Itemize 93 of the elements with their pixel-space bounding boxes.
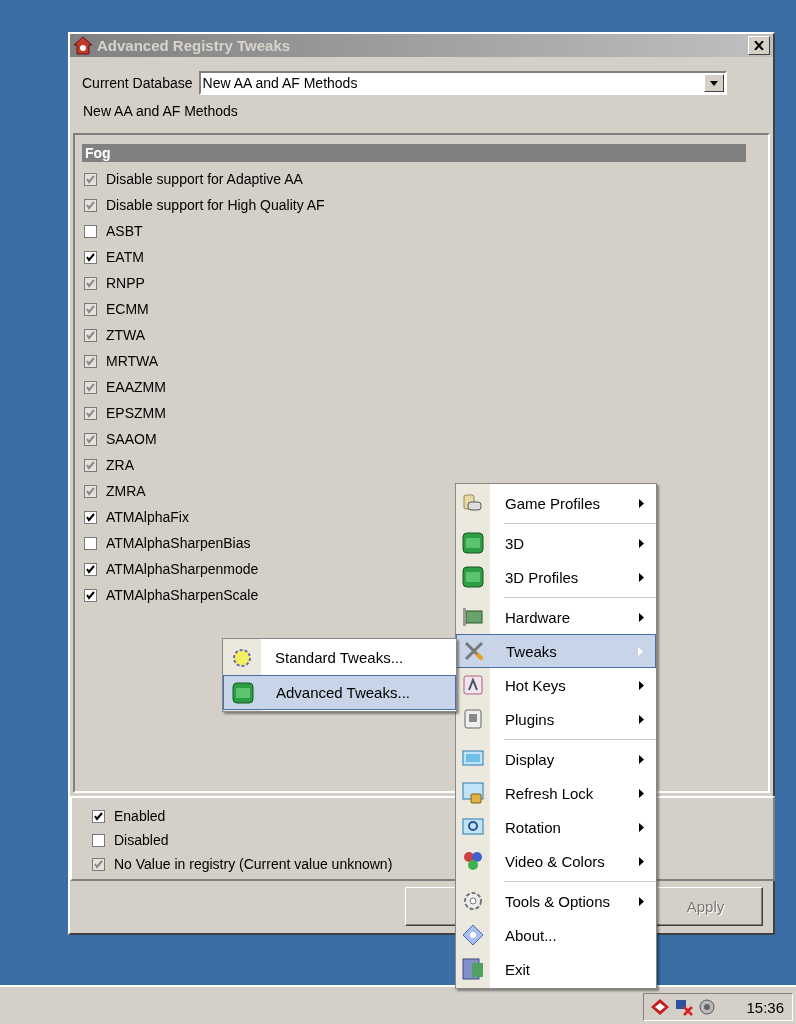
checkbox[interactable] — [84, 250, 97, 264]
checkbox[interactable] — [84, 328, 97, 342]
lock-icon — [462, 782, 484, 804]
checkbox[interactable] — [84, 354, 97, 368]
checkbox[interactable] — [84, 432, 97, 446]
close-button[interactable] — [748, 36, 770, 55]
submenu-arrow-icon — [639, 572, 644, 582]
window-title: Advanced Registry Tweaks — [97, 37, 292, 54]
color-circles-icon — [462, 850, 484, 872]
option-label: ATMAlphaFix — [106, 509, 189, 525]
cube-icon — [232, 681, 254, 704]
submenu-arrow-icon — [638, 646, 643, 656]
menu-item[interactable]: Tweaks — [456, 634, 656, 668]
checkbox[interactable] — [92, 809, 105, 823]
option-label: EATM — [106, 249, 144, 265]
checkbox[interactable] — [84, 536, 97, 550]
field-label: Current Database — [82, 75, 193, 91]
menu-item[interactable]: Standard Tweaks... — [223, 640, 456, 675]
checkbox[interactable] — [84, 406, 97, 420]
menu-item[interactable]: Game Profiles — [456, 486, 656, 520]
option-label: MRTWA — [106, 353, 159, 369]
menu-item[interactable]: Hot Keys — [456, 668, 656, 702]
close-icon — [754, 41, 764, 50]
checkbox[interactable] — [84, 224, 97, 238]
house-icon — [73, 36, 93, 55]
cube-icon — [462, 566, 484, 588]
speaker-icon[interactable] — [698, 998, 716, 1016]
clock: 15:36 — [746, 998, 784, 1016]
door-icon — [462, 958, 484, 980]
info-icon — [462, 924, 484, 946]
submenu-arrow-icon — [639, 714, 644, 724]
network-error-icon[interactable] — [674, 998, 694, 1016]
option-label: ZMRA — [106, 483, 146, 499]
menu-item[interactable]: Advanced Tweaks... — [223, 675, 456, 710]
submenu-arrow-icon — [639, 788, 644, 798]
option-label: ASBT — [106, 223, 143, 239]
checkbox[interactable] — [84, 458, 97, 472]
submenu-arrow-icon — [639, 538, 644, 548]
checkbox[interactable] — [84, 510, 97, 524]
database-dropdown[interactable]: New AA and AF Methods — [198, 71, 727, 95]
option-label: ATMAlphaSharpenScale — [106, 587, 259, 603]
dropdown-button[interactable] — [703, 74, 724, 92]
option-label: EAAZMM — [106, 379, 166, 395]
database-description: New AA and AF Methods — [83, 103, 238, 119]
checkbox[interactable] — [84, 276, 97, 290]
option-label: ECMM — [106, 301, 149, 317]
submenu-arrow-icon — [639, 822, 644, 832]
checkbox[interactable] — [84, 380, 97, 394]
card-icon — [462, 606, 484, 628]
option-label: EPSZMM — [106, 405, 166, 421]
checkbox[interactable] — [84, 302, 97, 316]
menu-item[interactable]: Refresh Lock — [456, 776, 656, 810]
option-label: ZRA — [106, 457, 134, 473]
tray-app-icon[interactable] — [650, 998, 670, 1016]
cube-icon — [462, 532, 484, 554]
legend-label: No Value in registry (Current value unknown) — [114, 856, 393, 872]
checkbox[interactable] — [84, 198, 97, 212]
option-label: ATMAlphaSharpenBias — [106, 535, 251, 551]
menu-item[interactable]: Display — [456, 742, 656, 776]
option-label: Disable support for High Quality AF — [106, 197, 325, 213]
submenu-arrow-icon — [639, 754, 644, 764]
submenu-arrow-icon — [639, 498, 644, 508]
submenu-arrow-icon — [639, 680, 644, 690]
submenu-arrow-icon — [639, 856, 644, 866]
submenu-arrow-icon — [639, 612, 644, 622]
option-label: RNPP — [106, 275, 145, 291]
menu-item[interactable]: 3D Profiles — [456, 560, 656, 594]
option-label: Disable support for Adaptive AA — [106, 171, 303, 187]
option-label: ZTWA — [106, 327, 146, 343]
menu-item[interactable]: Plugins — [456, 702, 656, 736]
gear-icon — [462, 890, 484, 912]
legend-label: Disabled — [114, 832, 169, 848]
checkbox[interactable] — [84, 562, 97, 576]
menu-item[interactable]: Exit — [456, 952, 656, 986]
menu-item[interactable]: 3D — [456, 526, 656, 560]
rotate-icon — [462, 816, 484, 838]
checkbox[interactable] — [84, 172, 97, 186]
caret-icon — [709, 80, 718, 86]
option-label: SAAOM — [106, 431, 157, 447]
menu-item[interactable]: Video & Colors — [456, 844, 656, 878]
group-header: Fog — [82, 144, 746, 162]
checkbox[interactable] — [92, 833, 105, 847]
checkbox[interactable] — [92, 857, 105, 871]
checkbox[interactable] — [84, 484, 97, 498]
menu-item[interactable]: Rotation — [456, 810, 656, 844]
checkbox[interactable] — [84, 588, 97, 602]
gamepad-icon — [462, 492, 484, 514]
submenu-arrow-icon — [639, 896, 644, 906]
option-label: ATMAlphaSharpenmode — [106, 561, 259, 577]
menu-item[interactable]: Hardware — [456, 600, 656, 634]
keyboard-key-icon — [462, 674, 484, 696]
legend-label: Enabled — [114, 808, 166, 824]
wrench-icon — [463, 640, 485, 662]
